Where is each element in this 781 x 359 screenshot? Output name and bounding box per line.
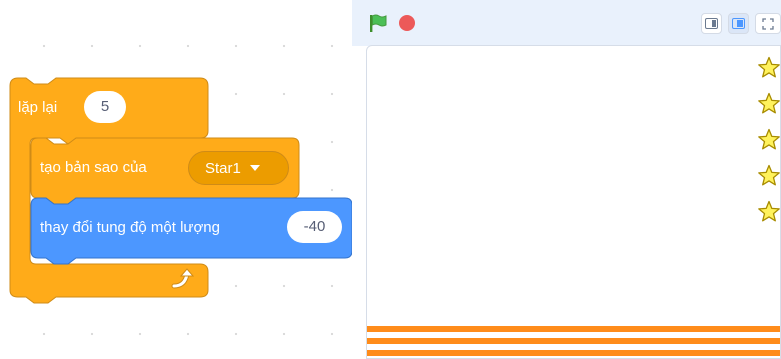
change-y-label: thay đổi tung độ một lượng (40, 219, 220, 236)
change-y-value-input[interactable]: -40 (287, 211, 342, 243)
dropdown-caret-icon (249, 165, 260, 171)
fullscreen-icon (762, 17, 774, 30)
block-shapes (9, 77, 352, 304)
code-area[interactable]: lặp lại 5 tạo bản sao của Star1 thay đổi… (0, 0, 352, 359)
green-flag-icon[interactable] (368, 13, 388, 33)
star-icon[interactable] (757, 128, 781, 152)
small-stage-button[interactable] (701, 13, 722, 34)
star-icon[interactable] (757, 92, 781, 116)
repeat-count-input[interactable]: 5 (84, 91, 126, 123)
star-icon[interactable] (757, 164, 781, 188)
loop-arrow-icon (171, 268, 195, 289)
stage-canvas[interactable] (366, 45, 781, 359)
small-stage-icon (705, 18, 718, 29)
normal-stage-button[interactable] (728, 13, 749, 34)
stage-stripe (367, 326, 780, 332)
star-icon[interactable] (757, 56, 781, 80)
star-icon[interactable] (757, 200, 781, 224)
clone-target-value: Star1 (205, 159, 241, 177)
clone-target-dropdown[interactable]: Star1 (188, 151, 289, 185)
stage-stripe (367, 350, 780, 356)
stage-stripe (367, 338, 780, 344)
repeat-label: lặp lại (18, 99, 58, 116)
stop-icon[interactable] (399, 15, 415, 31)
fullscreen-button[interactable] (755, 13, 781, 34)
create-clone-label: tạo bản sao của (40, 159, 147, 176)
normal-stage-icon (732, 18, 745, 29)
